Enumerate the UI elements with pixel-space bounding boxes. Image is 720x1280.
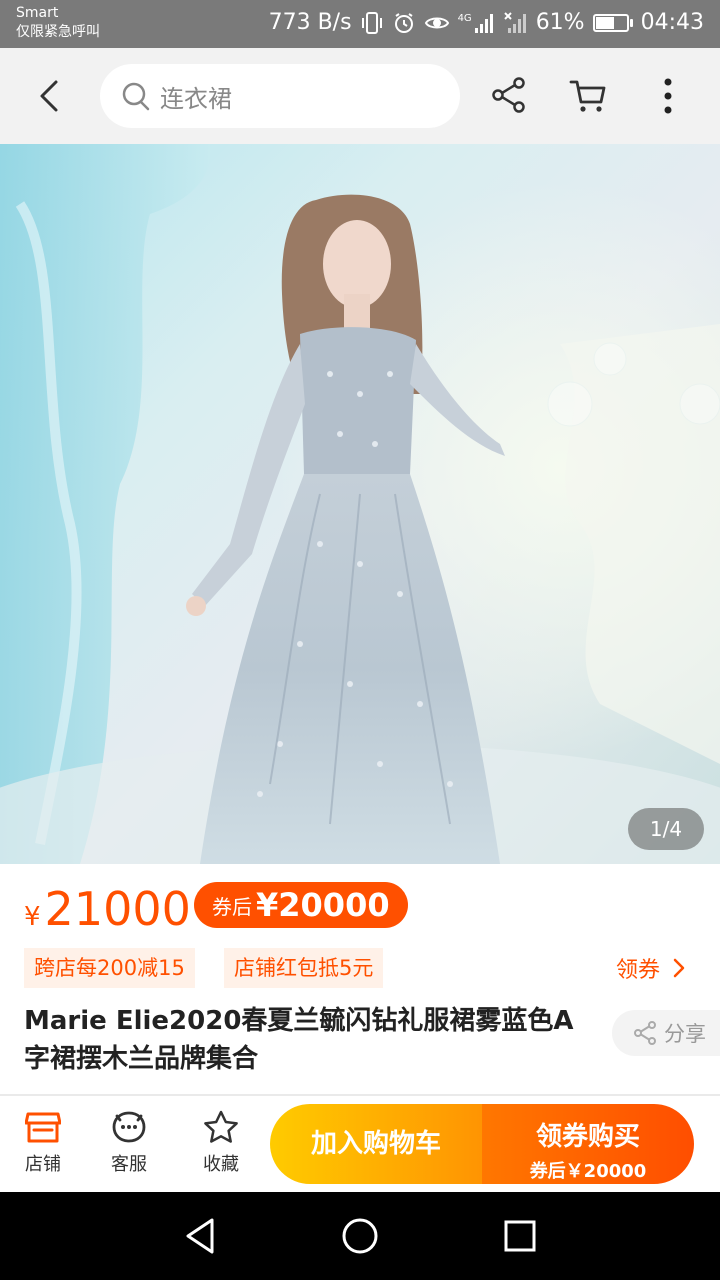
coupon-price-label: 券后	[212, 894, 252, 919]
get-coupon-label: 领券	[616, 958, 661, 983]
price-currency: ¥	[24, 902, 41, 932]
system-home-icon[interactable]	[340, 1216, 380, 1256]
promo-tag[interactable]: 店铺红包抵5元	[224, 948, 384, 988]
customer-service-button[interactable]: 客服	[99, 1110, 159, 1176]
vibrate-icon	[361, 11, 382, 34]
search-query: 连衣裙	[160, 84, 232, 113]
network-type: 4G	[457, 12, 472, 24]
chat-icon	[112, 1111, 146, 1143]
share-label: 分享	[664, 1022, 706, 1046]
alarm-icon	[394, 12, 413, 33]
share-icon	[634, 1021, 656, 1045]
top-navigation: 连衣裙	[0, 48, 720, 144]
emergency-text: 仅限紧急呼叫	[16, 24, 100, 40]
signal-icon	[474, 13, 493, 33]
coupon-price-amount: ¥20000	[256, 886, 390, 924]
system-recents-icon[interactable]	[502, 1216, 538, 1256]
battery-percent: 61%	[535, 10, 585, 35]
shop-label: 店铺	[25, 1154, 61, 1175]
clock: 04:43	[640, 10, 704, 35]
buy-sub-label: 券后￥20000	[529, 1161, 647, 1182]
product-image[interactable]	[0, 144, 720, 864]
favorite-button[interactable]: 收藏	[191, 1110, 251, 1176]
more-icon[interactable]	[650, 76, 686, 116]
bottom-action-bar: 店铺 客服 收藏 加入购物车 领券购买 券后￥20000	[0, 1096, 720, 1192]
price: ¥ 21000	[24, 882, 191, 936]
star-icon	[204, 1110, 238, 1143]
system-back-icon[interactable]	[182, 1216, 218, 1256]
battery-fill	[595, 16, 614, 29]
cart-icon[interactable]	[568, 76, 608, 116]
search-bar[interactable]: 连衣裙	[100, 64, 460, 128]
product-title: Marie Elie2020春夏兰毓闪钻礼服裙雾蓝色A字裙摆木兰品牌集合	[24, 1006, 574, 1074]
product-info: ¥ 21000 券后 ¥20000 跨店每200减15 店铺红包抵5元 领券 M…	[0, 864, 720, 1094]
eye-icon	[424, 17, 449, 28]
service-label: 客服	[111, 1154, 147, 1175]
share-button[interactable]: 分享	[612, 1010, 720, 1056]
chevron-right-icon	[673, 958, 685, 978]
status-right: 773 B/s 4G 61% 04:43	[269, 10, 704, 35]
search-icon	[122, 82, 150, 111]
carrier-name: Smart	[16, 5, 59, 21]
status-bar: Smart 仅限紧急呼叫 773 B/s 4G 61% 04:43	[0, 0, 720, 48]
buy-with-coupon-button[interactable]: 领券购买 券后￥20000	[482, 1104, 694, 1184]
price-amount: 21000	[44, 882, 191, 936]
coupon-price-badge: 券后 ¥20000	[194, 882, 408, 928]
favorite-label: 收藏	[203, 1154, 239, 1175]
net-speed: 773 B/s	[268, 10, 352, 35]
image-counter: 1/4	[628, 808, 704, 850]
back-icon[interactable]	[30, 76, 70, 116]
shop-icon	[25, 1112, 61, 1143]
status-left: Smart 仅限紧急呼叫	[16, 4, 100, 42]
add-to-cart-button[interactable]: 加入购物车	[270, 1104, 482, 1184]
signal-off-icon	[503, 11, 526, 33]
buy-label: 领券购买	[535, 1122, 640, 1152]
shop-button[interactable]: 店铺	[13, 1110, 73, 1176]
battery-icon	[592, 13, 633, 32]
system-navigation-bar	[0, 1192, 720, 1280]
product-photo	[0, 144, 720, 864]
promo-tag[interactable]: 跨店每200减15	[24, 948, 195, 988]
get-coupon-link[interactable]: 领券	[616, 952, 686, 984]
share-icon[interactable]	[490, 76, 528, 114]
